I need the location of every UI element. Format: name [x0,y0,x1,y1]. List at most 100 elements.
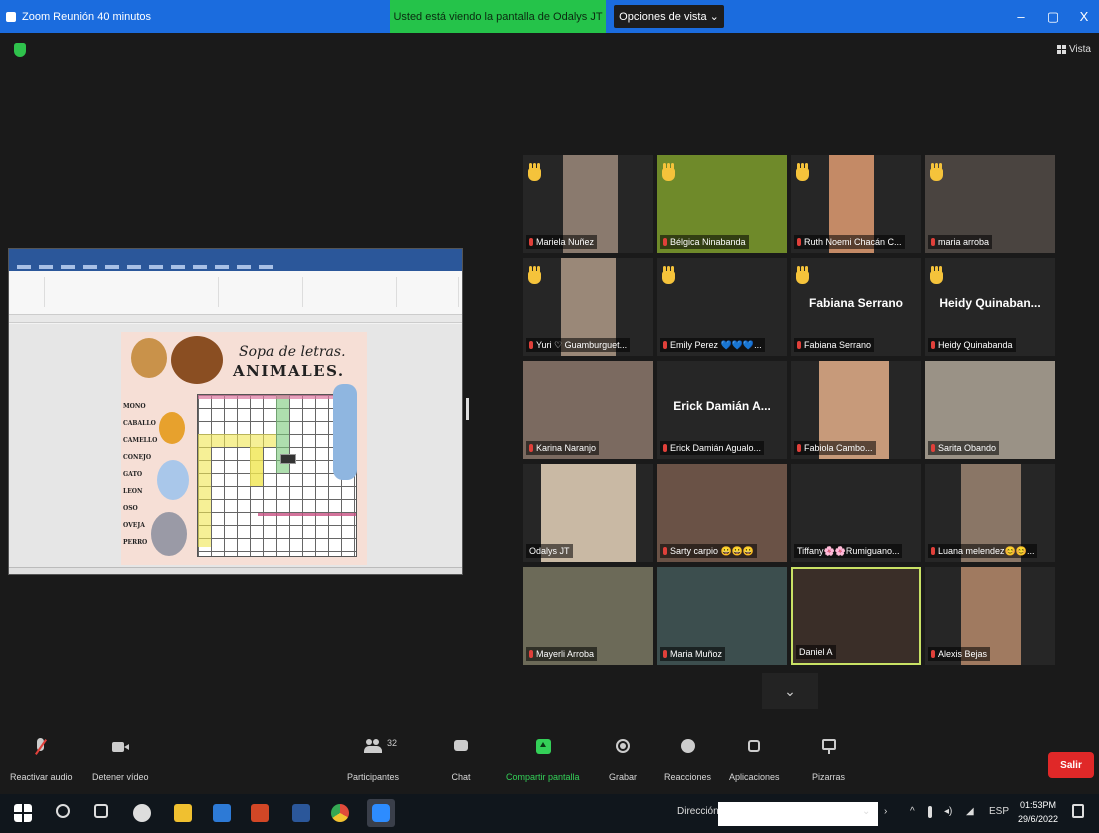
participant-name-label: maria arroba [928,235,993,249]
participant-tile[interactable]: Tiffany🌸🌸Rumiguano... [791,464,921,562]
muted-mic-icon [931,444,935,452]
word-status-bar [9,567,462,574]
participant-name-label: Sarty carpio 😀😀😀 [660,544,758,558]
participant-name: Erick Damián Agualo... [670,443,762,453]
zoom-taskbar-item[interactable] [367,799,395,827]
participants-button[interactable]: 32 Participantes [347,738,399,782]
muted-mic-icon [663,650,667,658]
participant-tile[interactable]: Fabiola Cambo... [791,361,921,459]
clock[interactable]: 01:53PM 29/6/2022 [1018,798,1058,826]
participant-tile[interactable]: maria arroba [925,155,1055,253]
raised-hand-icon [528,163,543,181]
doc-subtitle: ANIMALES. [233,362,345,380]
participant-name-label: Tiffany🌸🌸Rumiguano... [794,544,903,558]
raised-hand-icon [930,266,945,284]
go-arrow-icon[interactable]: › [884,806,887,817]
apps-icon [744,738,764,756]
volume-icon[interactable]: ◂) [944,806,952,817]
powerpoint-icon[interactable] [251,804,269,822]
participant-tile[interactable]: Bélgica Ninabanda [657,155,787,253]
participant-tile[interactable]: Heidy Quinaban... Heidy Quinabanda [925,258,1055,356]
chat-button[interactable]: Chat [451,738,471,782]
windows-taskbar [0,794,1099,833]
window-title: Zoom Reunión 40 minutos [22,10,152,23]
view-options-button[interactable]: Opciones de vista ⌄ [614,5,724,28]
participant-name-label: Emily Perez 💙💙💙... [660,338,765,352]
tray-overflow-icon[interactable]: ^ [910,806,915,817]
word-ribbon [9,271,462,315]
participant-tile[interactable]: Erick Damián A... Erick Damián Agualo... [657,361,787,459]
participant-tile[interactable]: Karina Naranjo [523,361,653,459]
view-button[interactable]: Vista [1056,44,1091,55]
muted-mic-icon [931,341,935,349]
participant-tile[interactable]: Luana melendez😊😊... [925,464,1055,562]
participant-tile[interactable]: Sarita Obando [925,361,1055,459]
participant-tile[interactable]: Ruth Noemi Chacán C... [791,155,921,253]
split-drag-handle[interactable] [466,398,469,420]
share-screen-button[interactable]: Compartir pantalla [506,738,580,782]
participant-name: Fabiola Cambo... [804,443,873,453]
participant-name-label: Erick Damián Agualo... [660,441,765,455]
minimize-button[interactable]: – [1004,0,1038,33]
network-icon[interactable]: ◢ [966,806,974,817]
participant-name-label: Sarita Obando [928,441,1000,455]
mail-icon[interactable] [213,804,231,822]
whiteboards-button[interactable]: Pizarras [812,738,845,782]
word-item: CABALLO [123,420,156,427]
address-dropdown-icon[interactable]: ⌄ [862,806,870,817]
windows-start-icon[interactable] [14,804,32,822]
word-item: OSO [123,505,138,512]
shared-screen: Sopa de letras. ANIMALES. MONO CABALLO C… [8,248,463,575]
participant-tile[interactable]: Mayerli Arroba [523,567,653,665]
word-icon[interactable] [292,804,310,822]
zoom-icon [372,804,390,822]
zoom-window: Zoom Reunión 40 minutos Usted está viend… [0,0,1099,833]
language-indicator[interactable]: ESP [989,806,1009,817]
remote-cursor-tag [280,454,297,464]
participant-name: Sarty carpio 😀😀😀 [670,546,755,556]
muted-mic-icon [663,547,667,555]
notifications-icon[interactable] [1072,804,1084,818]
record-icon [613,738,633,756]
share-banner: Usted está viendo la pantalla de Odalys … [390,0,606,33]
participant-tile[interactable]: Alexis Bejas [925,567,1055,665]
participant-name-label: Mayerli Arroba [526,647,598,661]
participant-tile[interactable]: Emily Perez 💙💙💙... [657,258,787,356]
file-explorer-icon[interactable] [174,804,192,822]
record-button[interactable]: Grabar [609,738,637,782]
participant-display-name: Heidy Quinaban... [939,296,1041,310]
donkey-illustration [151,512,187,556]
participant-name-label: Mariela Nuñez [526,235,598,249]
participant-name: Heidy Quinabanda [938,340,1013,350]
pen-app-icon[interactable] [133,804,151,822]
apps-button[interactable]: Aplicaciones [729,738,780,782]
muted-mic-icon [529,341,533,349]
task-view-icon[interactable] [94,804,108,818]
chevron-down-icon[interactable]: ⌄ [762,673,818,709]
chrome-icon[interactable] [331,804,349,822]
participant-tile[interactable]: Odalys JT [523,464,653,562]
unmute-button[interactable]: Reactivar audio [10,738,73,782]
close-button[interactable]: X [1067,0,1099,33]
muted-mic-icon [663,238,667,246]
participant-name-label: Alexis Bejas [928,647,991,661]
participant-tile[interactable]: Yuri ♡ Guamburguet... [523,258,653,356]
reactions-button[interactable]: Reacciones [664,738,711,782]
maximize-button[interactable]: ▢ [1036,0,1070,33]
participant-tile[interactable]: Daniel A [791,567,921,665]
participant-tile[interactable]: Maria Muñoz [657,567,787,665]
stop-video-button[interactable]: Detener vídeo [92,738,149,782]
whiteboards-label: Pizarras [812,772,846,782]
participant-name-label: Ruth Noemi Chacán C... [794,235,905,249]
muted-mic-icon [529,238,533,246]
participant-tile[interactable]: Mariela Nuñez [523,155,653,253]
security-shield-icon[interactable] [14,43,26,57]
address-input[interactable] [718,802,878,826]
muted-mic-icon [931,650,935,658]
participant-tile[interactable]: Fabiana Serrano Fabiana Serrano [791,258,921,356]
participant-tile[interactable]: Sarty carpio 😀😀😀 [657,464,787,562]
grid-view-icon [1056,45,1066,54]
leave-button[interactable]: Salir [1048,752,1094,778]
search-icon[interactable] [56,804,70,818]
microphone-tray-icon[interactable] [928,806,932,818]
